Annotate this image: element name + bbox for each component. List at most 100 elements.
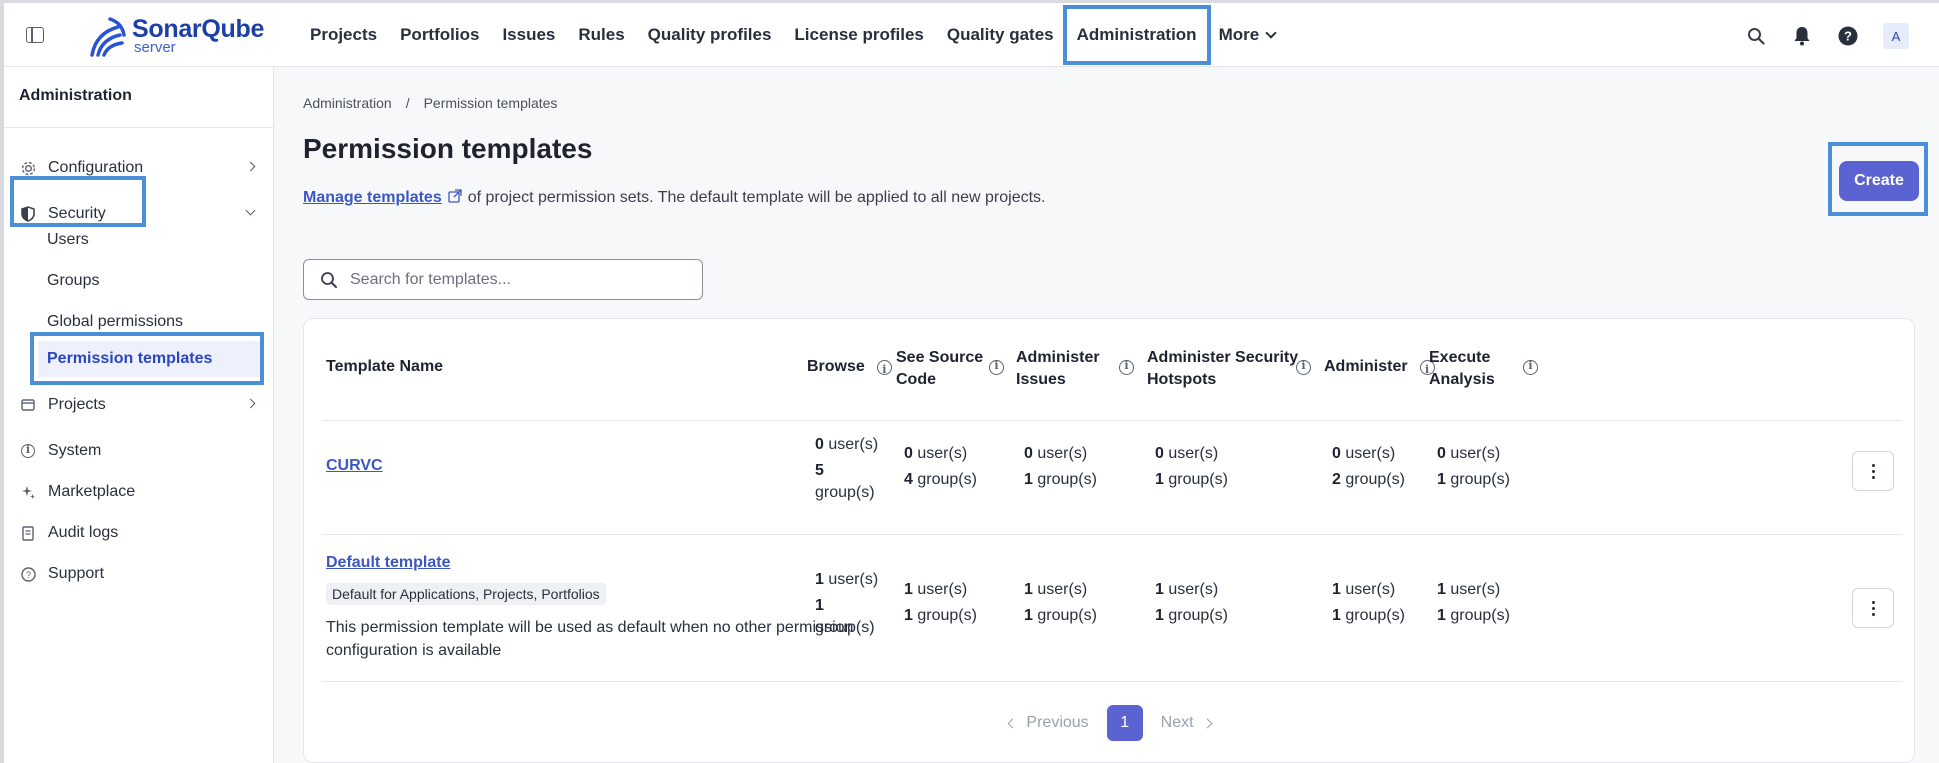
group-count: 1 [1155, 471, 1164, 488]
template-link-default[interactable]: Default template [326, 554, 450, 572]
sidebar-subitem-users[interactable]: Users [47, 231, 89, 249]
nav-license-profiles[interactable]: License profiles [794, 25, 923, 45]
next-label: Next [1160, 714, 1194, 731]
group-count: 2 [1332, 471, 1341, 488]
unit-label: group(s) [1345, 607, 1405, 624]
row-actions-button[interactable] [1852, 451, 1894, 491]
sidebar-subitem-groups[interactable]: Groups [47, 272, 99, 290]
perm-see-source: 0 user(s) 4 group(s) [904, 443, 977, 491]
unit-label: user(s) [1345, 581, 1396, 598]
unit-label: group(s) [1450, 607, 1510, 624]
sidebar-subitem-global-permissions[interactable]: Global permissions [47, 313, 183, 331]
sonarqube-logo[interactable]: SonarQube server [88, 15, 278, 57]
nav-more-label: More [1218, 25, 1260, 44]
sidebar-item-audit-logs[interactable]: Audit logs [20, 518, 260, 548]
avatar[interactable]: A [1883, 23, 1909, 49]
breadcrumb-administration[interactable]: Administration [303, 95, 392, 111]
kebab-dot [1871, 475, 1875, 479]
sidebar-toggle-icon[interactable] [26, 27, 44, 43]
group-count: 1 [1024, 471, 1033, 488]
nav-rules[interactable]: Rules [578, 25, 624, 45]
chevron-right-icon [245, 161, 256, 172]
breadcrumb-current: Permission templates [423, 95, 558, 111]
group-count: 1 [1437, 607, 1446, 624]
group-count: 1 [1332, 607, 1341, 624]
bell-icon[interactable] [1791, 25, 1813, 47]
top-navigation: SonarQube server Projects Portfolios Iss… [4, 3, 1939, 67]
user-count: 1 [1437, 581, 1446, 598]
main-content: Administration / Permission templates Pe… [275, 67, 1939, 763]
header-administer-security-hotspots: Administer Security Hotspots [1147, 347, 1307, 391]
group-count: 4 [904, 471, 913, 488]
unit-label: group(s) [815, 484, 875, 501]
info-icon[interactable] [1119, 359, 1134, 375]
info-icon[interactable] [876, 359, 892, 381]
page-number-button[interactable]: 1 [1106, 705, 1143, 741]
user-count: 1 [904, 581, 913, 598]
unit-label: user(s) [1450, 445, 1501, 462]
perm-administer: 0 user(s) 2 group(s) [1332, 443, 1405, 491]
header-label: Template Name [326, 358, 444, 375]
manage-templates-link[interactable]: Manage templates [303, 189, 442, 206]
sidebar-item-support[interactable]: ? Support [20, 559, 260, 589]
info-icon[interactable] [1523, 359, 1538, 375]
page-description: Manage templates of project permission se… [303, 186, 1063, 209]
user-count: 1 [1024, 581, 1033, 598]
group-count: 1 [815, 597, 824, 614]
user-count: 0 [1024, 445, 1033, 462]
unit-label: user(s) [828, 436, 879, 453]
search-input[interactable] [350, 270, 680, 289]
search-icon [321, 271, 337, 288]
perm-administer-hotspots: 1 user(s) 1 group(s) [1155, 579, 1228, 627]
row-actions-button[interactable] [1852, 588, 1894, 628]
search-icon[interactable] [1745, 25, 1767, 47]
nav-quality-gates[interactable]: Quality gates [947, 25, 1054, 45]
templates-table: Template Name Browse See Source Code Adm… [303, 318, 1915, 763]
header-label: Execute Analysis [1429, 349, 1495, 388]
pagination: Previous 1 Next [304, 705, 1916, 741]
group-count: 1 [1437, 471, 1446, 488]
perm-execute-analysis: 0 user(s) 1 group(s) [1437, 443, 1510, 491]
info-circle-icon [20, 443, 36, 459]
info-icon[interactable] [989, 359, 1004, 375]
sidebar-item-label: Configuration [48, 159, 144, 176]
nav-portfolios[interactable]: Portfolios [400, 25, 479, 45]
document-icon [20, 525, 36, 541]
header-execute-analysis: Execute Analysis [1429, 347, 1509, 391]
security-highlight [10, 176, 146, 227]
user-count: 0 [1332, 445, 1341, 462]
sidebar-item-label: System [48, 442, 102, 459]
nav-issues[interactable]: Issues [502, 25, 555, 45]
perm-see-source: 1 user(s) 1 group(s) [904, 579, 977, 627]
gear-icon [20, 160, 36, 176]
unit-label: group(s) [1037, 471, 1097, 488]
info-icon[interactable] [1296, 359, 1311, 375]
next-page-button[interactable]: Next [1160, 714, 1213, 732]
nav-projects[interactable]: Projects [310, 25, 377, 45]
row-divider [322, 420, 1902, 421]
sidebar-item-projects[interactable]: Projects [20, 390, 260, 420]
nav-administration[interactable]: Administration [1062, 5, 1211, 65]
sidebar-item-marketplace[interactable]: Marketplace [20, 477, 260, 507]
create-button[interactable]: Create [1839, 161, 1919, 201]
help-circle-icon: ? [20, 566, 36, 582]
template-link-curvc[interactable]: CURVC [326, 457, 383, 475]
chevron-down-icon [245, 205, 256, 216]
sidebar-item-system[interactable]: System [20, 436, 260, 466]
unit-label: user(s) [1037, 581, 1088, 598]
sidebar-item-label: Audit logs [48, 524, 119, 541]
previous-page-button[interactable]: Previous [1007, 714, 1089, 732]
nav-more[interactable]: More [1218, 25, 1277, 45]
help-icon[interactable]: ? [1837, 25, 1859, 47]
group-count: 1 [1155, 607, 1164, 624]
nav-quality-profiles[interactable]: Quality profiles [648, 25, 772, 45]
sidebar-item-label: Projects [48, 396, 106, 413]
page-title: Permission templates [303, 133, 593, 164]
row-divider [322, 534, 1902, 535]
default-badge: Default for Applications, Projects, Port… [326, 583, 606, 605]
kebab-dot [1871, 606, 1875, 610]
perm-browse: 0 user(s) 5 group(s) [815, 434, 885, 504]
permission-templates-highlight [30, 332, 264, 385]
row-divider [322, 681, 1902, 682]
unit-label: user(s) [828, 571, 879, 588]
